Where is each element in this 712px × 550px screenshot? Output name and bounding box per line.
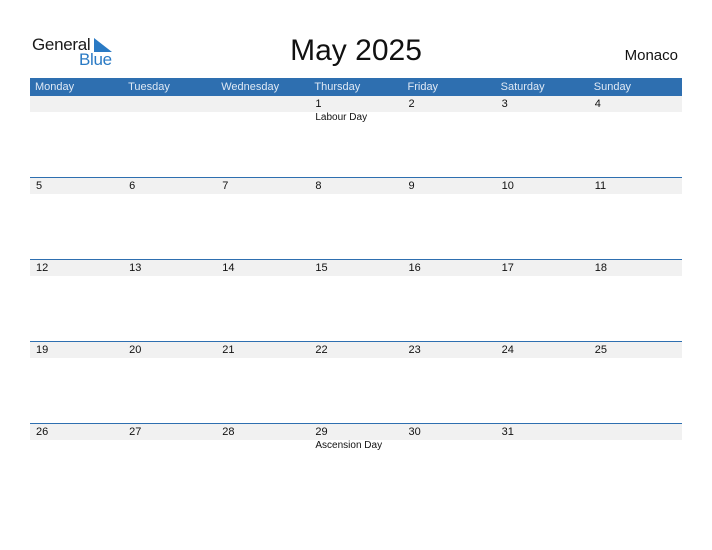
week-row: 12 13 14 15 16 17 18 — [30, 259, 682, 341]
week-row: 19 20 21 22 23 24 25 — [30, 341, 682, 423]
day-cell: 13 — [123, 260, 216, 276]
day-cell: 9 — [403, 178, 496, 194]
day-number: 14 — [222, 262, 235, 274]
day-cell: 12 — [30, 260, 123, 276]
calendar-grid: Monday Tuesday Wednesday Thursday Friday… — [30, 78, 682, 505]
day-cell — [216, 96, 309, 124]
day-cell: 14 — [216, 260, 309, 276]
weekday-monday: Monday — [35, 81, 75, 93]
day-cell: 18 — [589, 260, 682, 276]
week-cells: 5 6 7 8 9 10 11 — [30, 178, 682, 194]
day-cell: 23 — [403, 342, 496, 358]
holiday-label: Ascension Day — [315, 440, 383, 451]
weekday-wednesday: Wednesday — [221, 81, 280, 93]
day-number: 11 — [594, 180, 607, 192]
day-number: 6 — [129, 180, 136, 192]
day-cell: 27 — [123, 424, 216, 452]
day-cell — [123, 96, 216, 124]
day-cell: 26 — [30, 424, 123, 452]
weekday-saturday: Saturday — [500, 81, 545, 93]
day-number: 28 — [222, 426, 235, 438]
day-cell: 31 — [496, 424, 589, 452]
day-cell: 25 — [589, 342, 682, 358]
week-row: 1 Labour Day 2 3 4 — [30, 96, 682, 177]
day-number: 3 — [501, 98, 508, 110]
day-cell: 3 — [496, 96, 589, 124]
day-number — [222, 96, 309, 112]
day-cell: 24 — [496, 342, 589, 358]
day-number: 13 — [129, 262, 142, 274]
day-cell: 2 — [403, 96, 496, 124]
day-number — [36, 96, 123, 112]
day-cell: 4 — [589, 96, 682, 124]
day-cell: 19 — [30, 342, 123, 358]
country-label: Monaco — [624, 47, 678, 64]
day-cell: 10 — [496, 178, 589, 194]
holiday-label: Labour Day — [315, 112, 368, 123]
day-number: 15 — [315, 262, 328, 274]
day-cell: 22 — [309, 342, 402, 358]
day-cell: 21 — [216, 342, 309, 358]
day-number — [129, 96, 216, 112]
day-cell: 30 — [403, 424, 496, 452]
day-number: 26 — [36, 426, 49, 438]
weekday-header: Monday Tuesday Wednesday Thursday Friday… — [30, 78, 682, 96]
day-number: 19 — [36, 344, 49, 356]
day-number: 29 — [315, 426, 328, 438]
day-cell: 7 — [216, 178, 309, 194]
day-number: 1 — [315, 98, 322, 110]
week-row: 26 27 28 29 Ascension Day 30 31 — [30, 423, 682, 505]
day-number: 2 — [408, 98, 415, 110]
day-number: 30 — [408, 426, 421, 438]
day-cell: 29 Ascension Day — [309, 424, 402, 452]
day-number: 4 — [594, 98, 601, 110]
day-number: 9 — [408, 180, 415, 192]
week-row: 5 6 7 8 9 10 11 — [30, 177, 682, 259]
day-number: 17 — [501, 262, 514, 274]
day-number: 8 — [315, 180, 322, 192]
day-cell: 5 — [30, 178, 123, 194]
day-cell: 11 — [589, 178, 682, 194]
day-number: 16 — [408, 262, 421, 274]
day-number: 23 — [408, 344, 421, 356]
weekday-friday: Friday — [407, 81, 439, 93]
weekday-sunday: Sunday — [593, 81, 632, 93]
day-number: 18 — [594, 262, 607, 274]
day-cell: 28 — [216, 424, 309, 452]
day-cell — [30, 96, 123, 124]
day-cell: 16 — [403, 260, 496, 276]
day-cell: 6 — [123, 178, 216, 194]
day-cell: 1 Labour Day — [309, 96, 402, 124]
day-number: 5 — [36, 180, 43, 192]
day-number: 7 — [222, 180, 229, 192]
day-cell: 17 — [496, 260, 589, 276]
day-number: 25 — [594, 344, 607, 356]
day-number: 20 — [129, 344, 142, 356]
day-number: 22 — [315, 344, 328, 356]
day-cell: 15 — [309, 260, 402, 276]
day-number: 21 — [222, 344, 235, 356]
day-cell: 20 — [123, 342, 216, 358]
week-cells: 26 27 28 29 Ascension Day 30 31 — [30, 424, 682, 452]
week-cells: 19 20 21 22 23 24 25 — [30, 342, 682, 358]
week-cells: 12 13 14 15 16 17 18 — [30, 260, 682, 276]
day-number: 12 — [36, 262, 49, 274]
weekday-tuesday: Tuesday — [128, 81, 170, 93]
day-number: 10 — [501, 180, 514, 192]
day-number: 31 — [501, 426, 514, 438]
day-cell — [589, 424, 682, 452]
week-cells: 1 Labour Day 2 3 4 — [30, 96, 682, 124]
day-number: 24 — [501, 344, 514, 356]
day-cell: 8 — [309, 178, 402, 194]
calendar-title: May 2025 — [290, 34, 422, 67]
weekday-thursday: Thursday — [314, 81, 361, 93]
weeks-container: 1 Labour Day 2 3 4 5 6 7 8 9 10 11 12 13 14 15 16 17 18 19 2… — [30, 96, 682, 505]
day-number: 27 — [129, 426, 142, 438]
day-number — [595, 424, 682, 440]
